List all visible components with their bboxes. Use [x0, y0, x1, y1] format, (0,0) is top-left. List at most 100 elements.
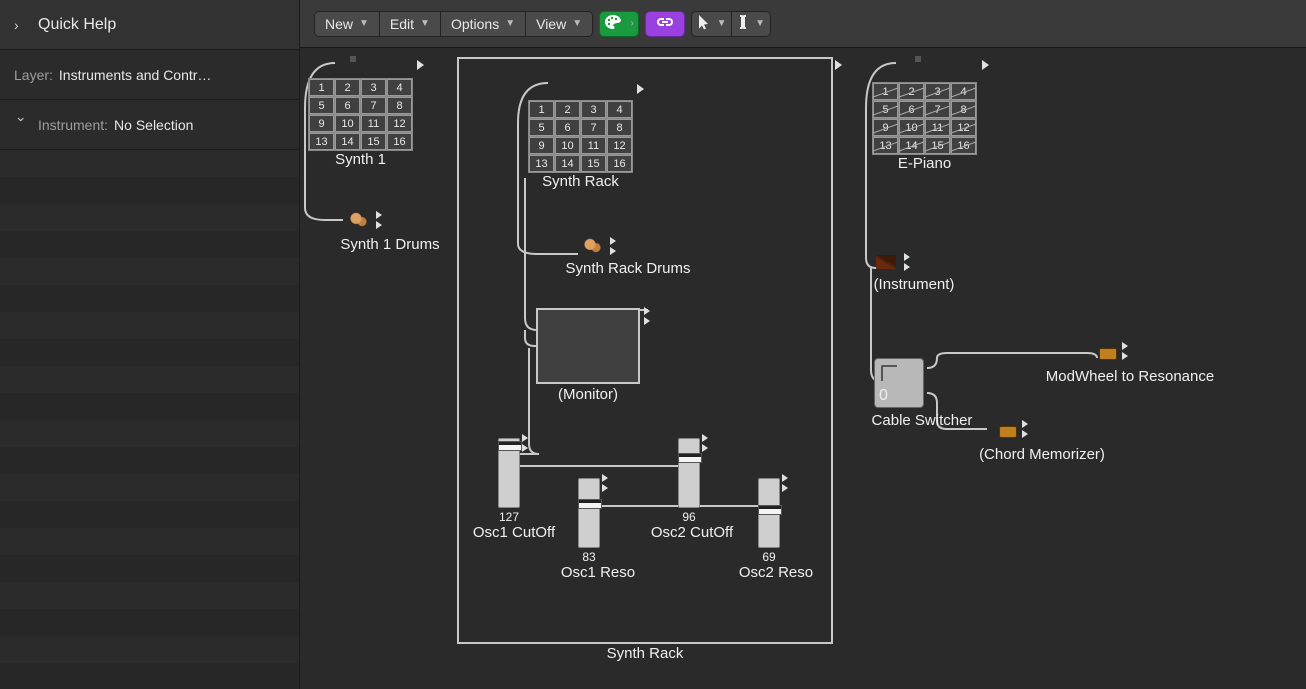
grid-cell[interactable]: 8: [951, 101, 976, 118]
grid-cell[interactable]: 9: [873, 119, 898, 136]
instrument-row[interactable]: › Instrument: No Selection: [0, 100, 299, 150]
new-menu[interactable]: New ▼: [314, 11, 379, 37]
grid-cell[interactable]: 15: [361, 133, 386, 150]
grid-cell[interactable]: 12: [951, 119, 976, 136]
grid-cell[interactable]: 16: [387, 133, 412, 150]
grid-cell[interactable]: 3: [581, 101, 606, 118]
grid-cell[interactable]: 1: [873, 83, 898, 100]
output-ports: [610, 236, 616, 256]
multi-instrument-grid[interactable]: 12345678910111213141516: [528, 100, 633, 173]
drum-icon: [348, 212, 368, 228]
multi-instrument-grid[interactable]: 12345678910111213141516: [308, 78, 413, 151]
node-osc2-cutoff[interactable]: 96: [678, 438, 700, 524]
quick-help-header[interactable]: › Quick Help: [0, 0, 299, 50]
grid-cell[interactable]: 16: [607, 155, 632, 172]
environment-canvas[interactable]: 12345678910111213141516 Synth 1 Synth 1 …: [300, 48, 1306, 689]
play-icon: [982, 60, 989, 70]
output-ports: [904, 252, 910, 272]
grid-cell[interactable]: 1: [529, 101, 554, 118]
node-label: (Monitor): [536, 386, 640, 403]
node-cable-switcher[interactable]: 0: [874, 358, 924, 408]
grid-cell[interactable]: 15: [581, 155, 606, 172]
grid-cell[interactable]: 4: [951, 83, 976, 100]
grid-cell[interactable]: 10: [555, 137, 580, 154]
node-osc2-reso[interactable]: 69: [758, 478, 780, 564]
grid-cell[interactable]: 8: [387, 97, 412, 114]
chord-memorizer-icon[interactable]: [999, 426, 1017, 438]
grid-cell[interactable]: 2: [555, 101, 580, 118]
grid-cell[interactable]: 10: [335, 115, 360, 132]
grid-cell[interactable]: 6: [335, 97, 360, 114]
grid-cell[interactable]: 4: [607, 101, 632, 118]
grid-cell[interactable]: 5: [309, 97, 334, 114]
grid-cell[interactable]: 16: [951, 137, 976, 154]
grid-cell[interactable]: 13: [873, 137, 898, 154]
grid-cell[interactable]: 6: [899, 101, 924, 118]
grid-cell[interactable]: 11: [925, 119, 950, 136]
grid-cell[interactable]: 4: [387, 79, 412, 96]
grid-cell[interactable]: 7: [361, 97, 386, 114]
node-epiano[interactable]: 12345678910111213141516 E-Piano: [872, 82, 977, 172]
grid-cell[interactable]: 11: [361, 115, 386, 132]
node-label: E-Piano: [872, 155, 977, 172]
fader[interactable]: [578, 478, 600, 548]
grid-cell[interactable]: 9: [309, 115, 334, 132]
grid-cell[interactable]: 10: [899, 119, 924, 136]
fader[interactable]: [678, 438, 700, 508]
grid-cell[interactable]: 7: [581, 119, 606, 136]
grid-cell[interactable]: 6: [555, 119, 580, 136]
grid-cell[interactable]: 8: [607, 119, 632, 136]
grid-cell[interactable]: 2: [899, 83, 924, 100]
options-menu[interactable]: Options ▼: [440, 11, 525, 37]
view-menu[interactable]: View ▼: [525, 11, 593, 37]
node-instrument[interactable]: [876, 252, 910, 272]
node-osc1-reso[interactable]: 83: [578, 478, 600, 564]
grid-cell[interactable]: 3: [925, 83, 950, 100]
multi-instrument-grid[interactable]: 12345678910111213141516: [872, 82, 977, 155]
toolbar: New ▼ Edit ▼ Options ▼ View ▼ ›: [300, 0, 1306, 48]
color-palette-button[interactable]: ›: [599, 11, 639, 37]
pointer-icon: [697, 14, 711, 33]
edit-menu[interactable]: Edit ▼: [379, 11, 440, 37]
grid-cell[interactable]: 9: [529, 137, 554, 154]
node-synth1-drums[interactable]: [348, 210, 382, 230]
grid-cell[interactable]: 15: [925, 137, 950, 154]
fader-thumb[interactable]: [578, 499, 602, 509]
grid-cell[interactable]: 12: [607, 137, 632, 154]
grid-cell[interactable]: 2: [335, 79, 360, 96]
node-synth-rack-drums[interactable]: [582, 236, 616, 256]
grid-cell[interactable]: 14: [899, 137, 924, 154]
caret-down-icon: ▼: [572, 18, 582, 29]
grid-cell[interactable]: 14: [555, 155, 580, 172]
pointer-tool[interactable]: ▼: [691, 11, 731, 37]
fader[interactable]: [758, 478, 780, 548]
fader-thumb[interactable]: [758, 505, 782, 515]
grid-cell[interactable]: 11: [581, 137, 606, 154]
grid-cell[interactable]: 5: [529, 119, 554, 136]
fader[interactable]: [498, 438, 520, 508]
grid-cell[interactable]: 5: [873, 101, 898, 118]
layer-row[interactable]: Layer: Instruments and Contr…: [0, 50, 299, 100]
grid-cell[interactable]: 13: [309, 133, 334, 150]
node-osc1-cutoff[interactable]: 127: [498, 438, 520, 524]
grid-cell[interactable]: 14: [335, 133, 360, 150]
grid-cell[interactable]: 1: [309, 79, 334, 96]
node-synth-rack[interactable]: 12345678910111213141516 Synth Rack: [528, 100, 633, 190]
output-ports: [376, 210, 382, 230]
node-label: Cable Switcher: [842, 412, 1002, 429]
grid-cell[interactable]: 3: [361, 79, 386, 96]
grid-cell[interactable]: 13: [529, 155, 554, 172]
fader-thumb[interactable]: [498, 441, 522, 451]
grid-cell[interactable]: 12: [387, 115, 412, 132]
node-label: ModWheel to Resonance: [1020, 368, 1240, 385]
transformer-icon[interactable]: [1099, 348, 1117, 360]
node-monitor[interactable]: [536, 308, 640, 384]
cable-switcher-box[interactable]: 0: [874, 358, 924, 408]
container-label: Synth Rack: [458, 645, 832, 662]
text-tool[interactable]: ▼: [731, 11, 771, 37]
link-button[interactable]: [645, 11, 685, 37]
grid-cell[interactable]: 7: [925, 101, 950, 118]
node-synth1[interactable]: 12345678910111213141516 Synth 1: [308, 78, 413, 168]
fader-thumb[interactable]: [678, 453, 702, 463]
text-cursor-icon: [737, 14, 749, 33]
